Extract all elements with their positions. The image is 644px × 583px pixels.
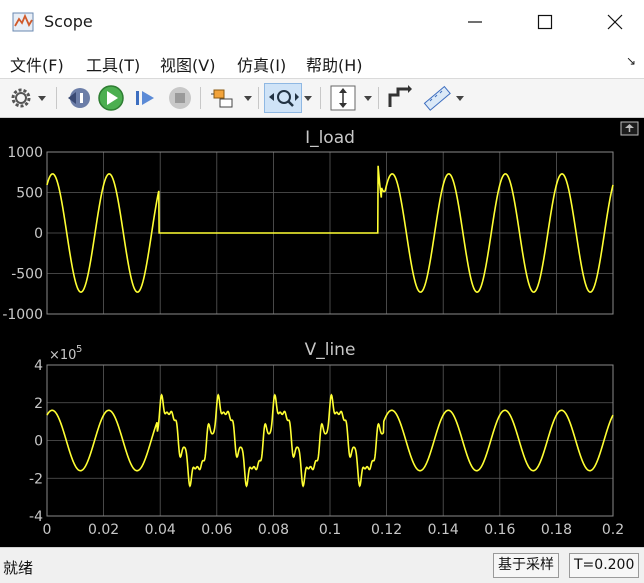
title-bar: Scope: [0, 0, 644, 44]
x-tick-label: 0.12: [371, 522, 402, 538]
y-tick-label: -2: [29, 471, 43, 487]
i-load-plot[interactable]: I_load -1000 -500 0 500 1000: [2, 128, 614, 323]
status-bar: 就绪 基于采样 T=0.200: [0, 547, 644, 583]
step-back-button[interactable]: [64, 83, 92, 113]
x-tick-label: 0.08: [258, 522, 289, 538]
minimize-button[interactable]: [452, 0, 498, 44]
toolbar-separator: [258, 87, 259, 109]
step-back-icon: [68, 88, 90, 108]
toolbar-separator: [200, 87, 201, 109]
close-button[interactable]: [592, 0, 638, 44]
menu-help[interactable]: 帮助(H): [306, 52, 363, 76]
highlight-block-icon: [211, 89, 252, 108]
scope-plot-area[interactable]: I_load -1000 -500 0 500 1000 V_line -4 -2 0 2 4 ×10…: [0, 118, 644, 547]
menu-view[interactable]: 视图(V): [160, 52, 215, 76]
sim-time-indicator: T=0.200: [569, 553, 640, 578]
scope-plots-svg: I_load -1000 -500 0 500 1000 V_line -4 -2 0 2 4 ×10…: [2, 121, 639, 538]
y-tick-label: 0: [34, 226, 43, 242]
cursor-measure-icon: [388, 85, 412, 107]
highlight-block-button[interactable]: [208, 83, 254, 113]
y-tick-label: 1000: [7, 145, 43, 161]
close-icon: [607, 14, 623, 30]
y-tick-label: -4: [29, 509, 43, 525]
minimize-icon: [468, 21, 482, 23]
plot-title: V_line: [305, 340, 356, 360]
toolbar: [0, 79, 644, 118]
scope-app-icon: [12, 12, 34, 32]
run-icon: [98, 85, 124, 111]
x-tick-label: 0.2: [602, 522, 624, 538]
y-exponent-label: ×10: [49, 348, 76, 363]
y-exponent-power: 5: [76, 344, 82, 355]
zoom-icon: [269, 90, 299, 107]
settings-button[interactable]: [8, 83, 48, 113]
y-tick-label: 2: [34, 396, 43, 412]
gear-icon: [11, 88, 46, 108]
triggers-button[interactable]: [420, 83, 468, 113]
zoom-menu-button[interactable]: [302, 83, 316, 113]
v-line-plot[interactable]: V_line -4 -2 0 2 4 ×10 5 0 0.02 0.04 0.06 0.08 0.1 0.1…: [29, 340, 624, 538]
triggers-icon: [423, 85, 464, 111]
maximize-icon: [537, 14, 553, 30]
scale-axes-icon: [330, 85, 372, 111]
cursor-measurements-button[interactable]: [384, 83, 414, 113]
x-tick-label: 0.16: [484, 522, 515, 538]
sample-mode-indicator: 基于采样: [493, 553, 559, 578]
zoom-button[interactable]: [264, 83, 302, 113]
x-tick-label: 0: [43, 522, 52, 538]
x-tick-label: 0.02: [88, 522, 119, 538]
stop-icon: [169, 87, 191, 109]
x-tick-label: 0.04: [145, 522, 176, 538]
y-tick-label: 0: [34, 434, 43, 450]
window-title: Scope: [44, 12, 93, 31]
plot-title: I_load: [305, 128, 355, 148]
menu-tools[interactable]: 工具(T): [86, 52, 140, 76]
run-button[interactable]: [96, 83, 126, 113]
y-tick-label: -1000: [2, 307, 43, 323]
y-tick-label: -500: [11, 267, 43, 283]
maximize-button[interactable]: [522, 0, 568, 44]
y-tick-label: 4: [34, 358, 43, 374]
menu-simulation[interactable]: 仿真(I): [237, 52, 286, 76]
step-forward-button[interactable]: [132, 83, 160, 113]
y-tick-label: 500: [16, 186, 43, 202]
x-tick-label: 0.14: [428, 522, 459, 538]
x-tick-label: 0.18: [541, 522, 572, 538]
menu-file[interactable]: 文件(F): [10, 52, 64, 76]
x-tick-label: 0.1: [319, 522, 341, 538]
toolbar-separator: [56, 87, 57, 109]
toolbar-separator: [378, 87, 379, 109]
menu-bar: 文件(F) 工具(T) 视图(V) 仿真(I) 帮助(H) ↘: [0, 44, 644, 79]
chevron-down-icon: [304, 96, 312, 101]
scale-axes-button[interactable]: [328, 83, 376, 113]
step-forward-icon: [136, 91, 154, 105]
x-tick-label: 0.06: [201, 522, 232, 538]
dock-arrow-icon[interactable]: ↘: [626, 54, 636, 68]
stop-button[interactable]: [166, 83, 194, 113]
status-text: 就绪: [3, 559, 34, 577]
undock-icon[interactable]: [620, 121, 639, 136]
toolbar-separator: [320, 87, 321, 109]
